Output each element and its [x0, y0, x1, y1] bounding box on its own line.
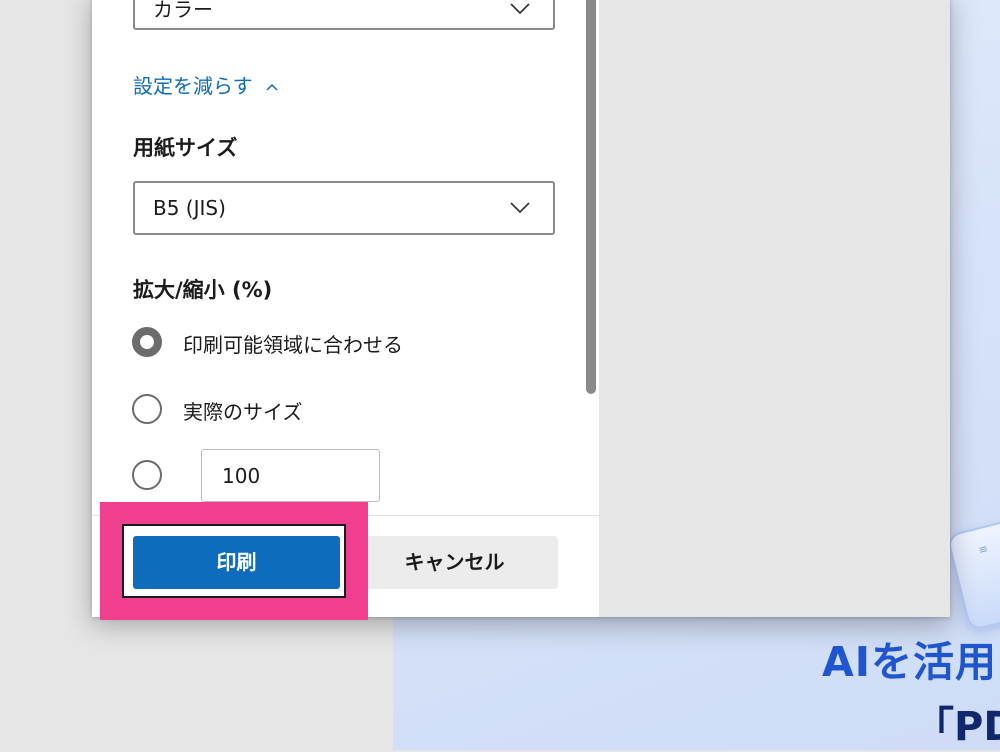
radio-button-selected[interactable] [132, 327, 162, 357]
print-settings-panel: カラー 設定を減らす 用紙サイズ B5 (JIS) 拡大/縮小 (%) 印刷可能… [92, 0, 599, 617]
fit-to-printable-area-label: 印刷可能領域に合わせる [183, 333, 403, 357]
radio-fit-to-printable-area[interactable]: 印刷可能領域に合わせる [132, 327, 512, 361]
print-preview-area [599, 0, 950, 617]
scrollbar-thumb[interactable] [586, 0, 596, 394]
radio-button[interactable] [132, 394, 162, 424]
less-settings-link[interactable]: 設定を減らす [133, 70, 279, 99]
paper-size-select[interactable]: B5 (JIS) [133, 181, 555, 235]
radio-actual-size[interactable]: 実際のサイズ [132, 394, 512, 428]
paper-size-label: 用紙サイズ [133, 136, 238, 160]
background-subline: 「PD [914, 704, 1000, 750]
custom-scale-input[interactable]: 100 [201, 449, 380, 502]
cancel-button[interactable]: キャンセル [351, 536, 558, 589]
background-headline: AIを活用 [822, 638, 997, 686]
chevron-down-icon [510, 3, 530, 15]
print-dialog: カラー 設定を減らす 用紙サイズ B5 (JIS) 拡大/縮小 (%) 印刷可能… [92, 0, 950, 617]
print-button[interactable]: 印刷 [133, 536, 340, 589]
radio-button[interactable] [132, 460, 162, 490]
scale-label: 拡大/縮小 (%) [133, 278, 273, 302]
color-select-value: カラー [153, 0, 213, 22]
chevron-down-icon [510, 202, 530, 214]
settings-scrollbar[interactable] [582, 0, 599, 512]
footer-divider [92, 515, 599, 516]
paper-size-value: B5 (JIS) [153, 196, 226, 220]
chevron-up-icon [266, 83, 278, 91]
actual-size-label: 実際のサイズ [183, 400, 303, 424]
less-settings-label: 設定を減らす [133, 74, 253, 98]
custom-scale-value: 100 [222, 464, 261, 488]
color-select[interactable]: カラー [133, 0, 555, 30]
